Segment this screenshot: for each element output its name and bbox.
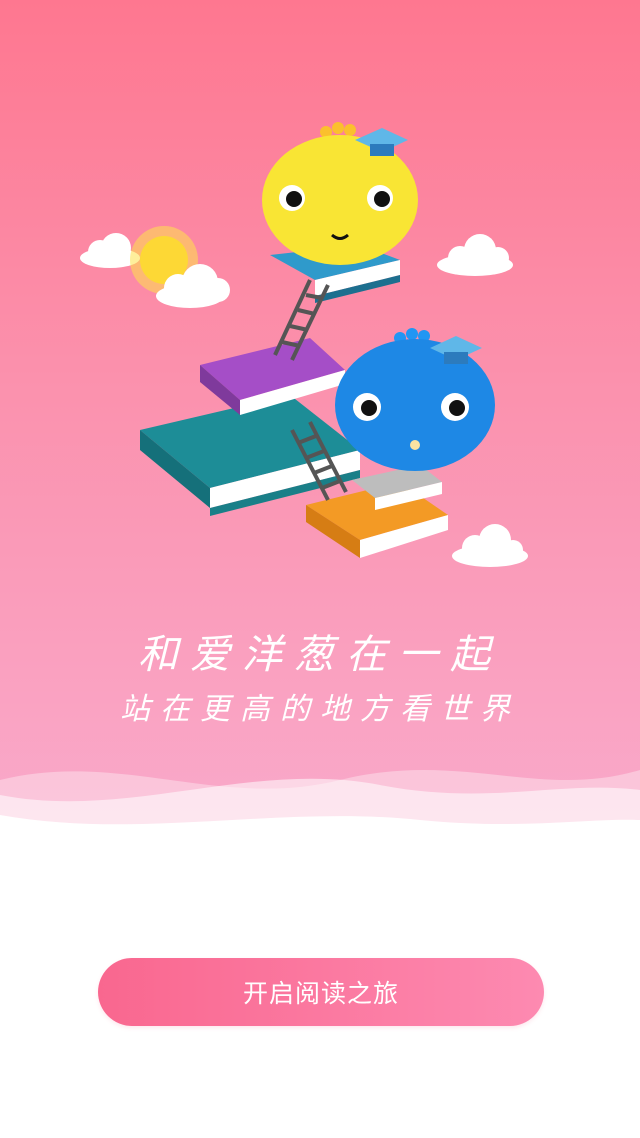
slogan-line-2: 站在更高的地方看世界 [120,692,520,727]
start-reading-button[interactable]: 开启阅读之旅 [98,958,544,1026]
wave-divider [0,770,640,840]
book-stack-icon [200,338,345,415]
cloud-icon [437,234,513,276]
cloud-icon [452,524,528,567]
slogan-line-1: 和爱洋葱在一起 [138,632,502,678]
hero-banner: 和爱洋葱在一起 站在更高的地方看世界 [0,0,640,840]
reading-illustration [80,122,528,567]
